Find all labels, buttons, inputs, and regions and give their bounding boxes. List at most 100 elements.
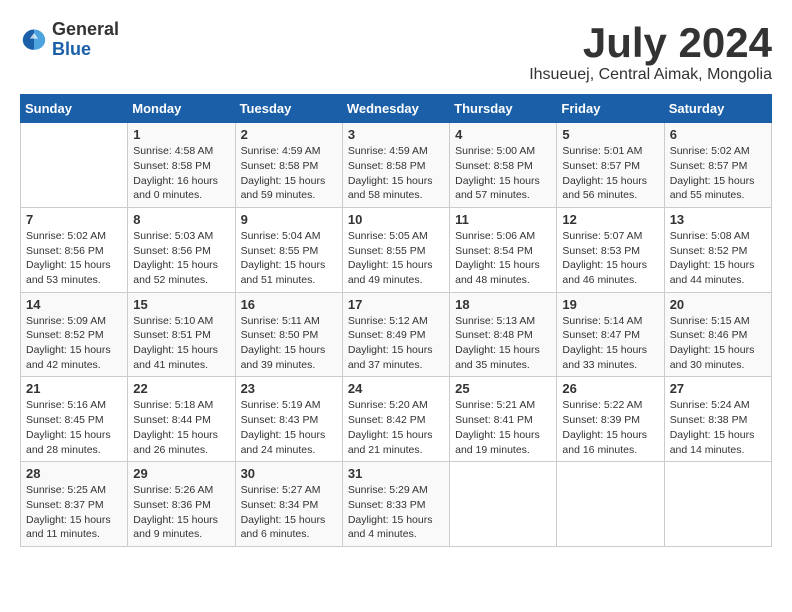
day-number: 13 — [670, 212, 766, 227]
calendar-cell: 7 Sunrise: 5:02 AM Sunset: 8:56 PM Daylig… — [21, 207, 128, 292]
calendar-cell: 23 Sunrise: 5:19 AM Sunset: 8:43 PM Dayli… — [235, 377, 342, 462]
day-number: 16 — [241, 297, 337, 312]
day-info: Sunrise: 4:59 AM Sunset: 8:58 PM Dayligh… — [348, 144, 444, 203]
day-info: Sunrise: 5:00 AM Sunset: 8:58 PM Dayligh… — [455, 144, 551, 203]
day-info: Sunrise: 5:21 AM Sunset: 8:41 PM Dayligh… — [455, 398, 551, 457]
day-number: 6 — [670, 127, 766, 142]
calendar-cell: 18 Sunrise: 5:13 AM Sunset: 8:48 PM Dayli… — [450, 292, 557, 377]
calendar-cell: 5Sunrise: 5:01 AM Sunset: 8:57 PM Daylig… — [557, 123, 664, 208]
logo-text: General Blue — [52, 20, 119, 60]
day-info: Sunrise: 5:06 AM Sunset: 8:54 PM Dayligh… — [455, 229, 551, 288]
day-info: Sunrise: 5:07 AM Sunset: 8:53 PM Dayligh… — [562, 229, 658, 288]
day-info: Sunrise: 5:09 AM Sunset: 8:52 PM Dayligh… — [26, 314, 122, 373]
calendar-cell: 25Sunrise: 5:21 AM Sunset: 8:41 PM Dayli… — [450, 377, 557, 462]
day-number: 15 — [133, 297, 229, 312]
calendar-week-row: 21Sunrise: 5:16 AM Sunset: 8:45 PM Dayli… — [21, 377, 772, 462]
day-number: 26 — [562, 381, 658, 396]
calendar-cell: 1 Sunrise: 4:58 AM Sunset: 8:58 PM Daylig… — [128, 123, 235, 208]
day-info: Sunrise: 5:08 AM Sunset: 8:52 PM Dayligh… — [670, 229, 766, 288]
day-info: Sunrise: 4:59 AM Sunset: 8:58 PM Dayligh… — [241, 144, 337, 203]
header-thursday: Thursday — [450, 95, 557, 123]
calendar-week-row: 7 Sunrise: 5:02 AM Sunset: 8:56 PM Daylig… — [21, 207, 772, 292]
day-number: 20 — [670, 297, 766, 312]
day-info: Sunrise: 5:19 AM Sunset: 8:43 PM Dayligh… — [241, 398, 337, 457]
day-number: 1 — [133, 127, 229, 142]
day-number: 3 — [348, 127, 444, 142]
calendar-week-row: 1 Sunrise: 4:58 AM Sunset: 8:58 PM Daylig… — [21, 123, 772, 208]
day-info: Sunrise: 5:27 AM Sunset: 8:34 PM Dayligh… — [241, 483, 337, 542]
calendar-cell: 3 Sunrise: 4:59 AM Sunset: 8:58 PM Daylig… — [342, 123, 449, 208]
calendar-cell: 2Sunrise: 4:59 AM Sunset: 8:58 PM Daylig… — [235, 123, 342, 208]
calendar-cell: 19 Sunrise: 5:14 AM Sunset: 8:47 PM Dayli… — [557, 292, 664, 377]
calendar-cell — [21, 123, 128, 208]
day-number: 9 — [241, 212, 337, 227]
calendar-cell: 31 Sunrise: 5:29 AM Sunset: 8:33 PM Dayli… — [342, 462, 449, 547]
day-info: Sunrise: 5:03 AM Sunset: 8:56 PM Dayligh… — [133, 229, 229, 288]
day-info: Sunrise: 5:12 AM Sunset: 8:49 PM Dayligh… — [348, 314, 444, 373]
location-title: Ihsueuej, Central Aimak, Mongolia — [529, 66, 772, 84]
day-number: 22 — [133, 381, 229, 396]
day-info: Sunrise: 5:22 AM Sunset: 8:39 PM Dayligh… — [562, 398, 658, 457]
logo: General Blue — [20, 20, 119, 60]
calendar-table: SundayMondayTuesdayWednesdayThursdayFrid… — [20, 94, 772, 547]
calendar-cell: 10Sunrise: 5:05 AM Sunset: 8:55 PM Dayli… — [342, 207, 449, 292]
day-info: Sunrise: 5:01 AM Sunset: 8:57 PM Dayligh… — [562, 144, 658, 203]
day-number: 31 — [348, 466, 444, 481]
calendar-cell: 16 Sunrise: 5:11 AM Sunset: 8:50 PM Dayli… — [235, 292, 342, 377]
day-info: Sunrise: 5:02 AM Sunset: 8:56 PM Dayligh… — [26, 229, 122, 288]
calendar-cell: 6 Sunrise: 5:02 AM Sunset: 8:57 PM Daylig… — [664, 123, 771, 208]
header-saturday: Saturday — [664, 95, 771, 123]
day-number: 14 — [26, 297, 122, 312]
day-info: Sunrise: 5:25 AM Sunset: 8:37 PM Dayligh… — [26, 483, 122, 542]
logo-icon — [20, 26, 48, 54]
calendar-cell — [450, 462, 557, 547]
day-info: Sunrise: 5:18 AM Sunset: 8:44 PM Dayligh… — [133, 398, 229, 457]
day-info: Sunrise: 5:20 AM Sunset: 8:42 PM Dayligh… — [348, 398, 444, 457]
day-number: 21 — [26, 381, 122, 396]
day-number: 12 — [562, 212, 658, 227]
header-sunday: Sunday — [21, 95, 128, 123]
calendar-cell: 13 Sunrise: 5:08 AM Sunset: 8:52 PM Dayli… — [664, 207, 771, 292]
day-number: 23 — [241, 381, 337, 396]
day-info: Sunrise: 5:14 AM Sunset: 8:47 PM Dayligh… — [562, 314, 658, 373]
calendar-week-row: 14 Sunrise: 5:09 AM Sunset: 8:52 PM Dayli… — [21, 292, 772, 377]
calendar-week-row: 28Sunrise: 5:25 AM Sunset: 8:37 PM Dayli… — [21, 462, 772, 547]
calendar-cell: 14 Sunrise: 5:09 AM Sunset: 8:52 PM Dayli… — [21, 292, 128, 377]
calendar-cell: 20 Sunrise: 5:15 AM Sunset: 8:46 PM Dayli… — [664, 292, 771, 377]
day-info: Sunrise: 5:11 AM Sunset: 8:50 PM Dayligh… — [241, 314, 337, 373]
day-number: 8 — [133, 212, 229, 227]
calendar-cell: 9Sunrise: 5:04 AM Sunset: 8:55 PM Daylig… — [235, 207, 342, 292]
day-info: Sunrise: 5:02 AM Sunset: 8:57 PM Dayligh… — [670, 144, 766, 203]
logo-general-text: General — [52, 20, 119, 40]
day-info: Sunrise: 5:13 AM Sunset: 8:48 PM Dayligh… — [455, 314, 551, 373]
page-header: General Blue July 2024 Ihsueuej, Central… — [20, 20, 772, 84]
day-number: 19 — [562, 297, 658, 312]
calendar-cell: 30Sunrise: 5:27 AM Sunset: 8:34 PM Dayli… — [235, 462, 342, 547]
header-monday: Monday — [128, 95, 235, 123]
calendar-cell: 21Sunrise: 5:16 AM Sunset: 8:45 PM Dayli… — [21, 377, 128, 462]
day-info: Sunrise: 5:29 AM Sunset: 8:33 PM Dayligh… — [348, 483, 444, 542]
calendar-cell: 27 Sunrise: 5:24 AM Sunset: 8:38 PM Dayli… — [664, 377, 771, 462]
day-number: 11 — [455, 212, 551, 227]
day-info: Sunrise: 5:24 AM Sunset: 8:38 PM Dayligh… — [670, 398, 766, 457]
day-number: 29 — [133, 466, 229, 481]
day-number: 27 — [670, 381, 766, 396]
title-block: July 2024 Ihsueuej, Central Aimak, Mongo… — [529, 20, 772, 84]
day-number: 4 — [455, 127, 551, 142]
day-number: 7 — [26, 212, 122, 227]
calendar-cell: 17Sunrise: 5:12 AM Sunset: 8:49 PM Dayli… — [342, 292, 449, 377]
day-info: Sunrise: 4:58 AM Sunset: 8:58 PM Dayligh… — [133, 144, 229, 203]
calendar-cell — [664, 462, 771, 547]
day-number: 18 — [455, 297, 551, 312]
calendar-cell: 4 Sunrise: 5:00 AM Sunset: 8:58 PM Daylig… — [450, 123, 557, 208]
calendar-cell: 26 Sunrise: 5:22 AM Sunset: 8:39 PM Dayli… — [557, 377, 664, 462]
day-number: 10 — [348, 212, 444, 227]
day-info: Sunrise: 5:15 AM Sunset: 8:46 PM Dayligh… — [670, 314, 766, 373]
calendar-cell: 15 Sunrise: 5:10 AM Sunset: 8:51 PM Dayli… — [128, 292, 235, 377]
day-info: Sunrise: 5:10 AM Sunset: 8:51 PM Dayligh… — [133, 314, 229, 373]
calendar-cell: 24 Sunrise: 5:20 AM Sunset: 8:42 PM Dayli… — [342, 377, 449, 462]
header-tuesday: Tuesday — [235, 95, 342, 123]
day-number: 24 — [348, 381, 444, 396]
header-friday: Friday — [557, 95, 664, 123]
calendar-cell: 11 Sunrise: 5:06 AM Sunset: 8:54 PM Dayli… — [450, 207, 557, 292]
